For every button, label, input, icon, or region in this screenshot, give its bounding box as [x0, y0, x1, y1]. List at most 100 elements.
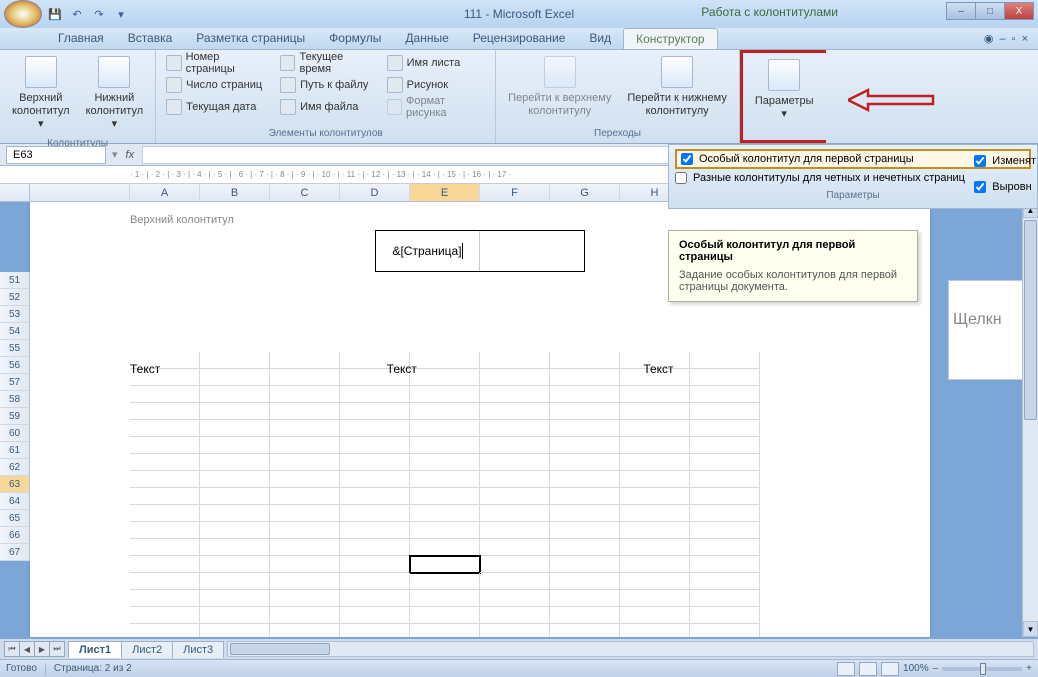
sheet-tab-1[interactable]: Лист1 [68, 641, 122, 658]
sheet-nav-prev[interactable]: ◀ [19, 641, 35, 657]
cell[interactable] [480, 437, 550, 454]
doc-restore-icon[interactable]: ▫ [1012, 33, 1016, 45]
sheet-nav-first[interactable]: ⏮ [4, 641, 20, 657]
row-64[interactable]: 64 [0, 493, 30, 510]
cell[interactable] [270, 488, 340, 505]
cell[interactable] [690, 573, 760, 590]
cell[interactable] [410, 522, 480, 539]
page-number-button[interactable]: Номер страницы [162, 52, 272, 74]
cell[interactable] [620, 386, 690, 403]
cell[interactable] [270, 624, 340, 637]
cell[interactable] [480, 590, 550, 607]
tab-data[interactable]: Данные [393, 28, 460, 49]
cell[interactable] [270, 403, 340, 420]
tab-insert[interactable]: Вставка [116, 28, 185, 49]
cell[interactable] [480, 420, 550, 437]
save-icon[interactable]: 💾 [46, 5, 64, 23]
minimize-button[interactable]: – [946, 2, 976, 20]
cell[interactable] [620, 454, 690, 471]
row-62[interactable]: 62 [0, 459, 30, 476]
cell[interactable] [340, 590, 410, 607]
cell[interactable] [480, 607, 550, 624]
cell[interactable] [200, 556, 270, 573]
file-path-button[interactable]: Путь к файлу [276, 74, 379, 96]
cell[interactable] [200, 420, 270, 437]
cell[interactable] [340, 556, 410, 573]
cell[interactable] [620, 522, 690, 539]
col-G[interactable]: G [550, 184, 620, 201]
cell[interactable] [550, 454, 620, 471]
cell[interactable] [480, 386, 550, 403]
cell[interactable] [270, 607, 340, 624]
zoom-in-icon[interactable]: + [1026, 663, 1032, 674]
cell[interactable] [340, 420, 410, 437]
fx-icon[interactable]: fx [118, 149, 143, 161]
cell[interactable] [550, 386, 620, 403]
row-59[interactable]: 59 [0, 408, 30, 425]
cell[interactable] [690, 471, 760, 488]
cell[interactable] [270, 539, 340, 556]
cell[interactable] [200, 539, 270, 556]
cell[interactable] [620, 437, 690, 454]
cell[interactable] [130, 539, 200, 556]
cell[interactable] [690, 590, 760, 607]
cell[interactable] [200, 437, 270, 454]
cell[interactable] [200, 386, 270, 403]
current-time-button[interactable]: Текущее время [276, 52, 379, 74]
cell[interactable] [410, 590, 480, 607]
close-button[interactable]: X [1004, 2, 1034, 20]
row-57[interactable]: 57 [0, 374, 30, 391]
cell[interactable] [410, 488, 480, 505]
col-C[interactable]: C [270, 184, 340, 201]
cell[interactable] [690, 556, 760, 573]
cell[interactable] [620, 539, 690, 556]
cell[interactable] [410, 539, 480, 556]
cell[interactable] [410, 573, 480, 590]
cell[interactable] [550, 437, 620, 454]
redo-icon[interactable]: ↷ [90, 5, 108, 23]
cell[interactable] [550, 590, 620, 607]
sheet-tab-3[interactable]: Лист3 [172, 641, 224, 658]
cell[interactable] [200, 403, 270, 420]
cell[interactable] [410, 454, 480, 471]
cell[interactable] [130, 420, 200, 437]
cell[interactable] [550, 471, 620, 488]
cell[interactable] [480, 454, 550, 471]
cell[interactable] [550, 505, 620, 522]
cell[interactable] [340, 471, 410, 488]
cell[interactable] [340, 573, 410, 590]
cell[interactable] [620, 607, 690, 624]
cell[interactable] [550, 420, 620, 437]
cell[interactable] [200, 624, 270, 637]
cell[interactable] [200, 590, 270, 607]
tab-design[interactable]: Конструктор [623, 28, 717, 49]
col-B[interactable]: B [200, 184, 270, 201]
cell[interactable] [340, 386, 410, 403]
row-55[interactable]: 55 [0, 340, 30, 357]
cell[interactable] [410, 386, 480, 403]
cell[interactable] [340, 505, 410, 522]
cell[interactable] [480, 505, 550, 522]
cell[interactable] [690, 386, 760, 403]
cell[interactable] [340, 624, 410, 637]
horizontal-scrollbar[interactable] [227, 641, 1034, 657]
cell[interactable] [200, 505, 270, 522]
cell[interactable] [270, 573, 340, 590]
cell[interactable] [340, 454, 410, 471]
cell[interactable] [550, 624, 620, 637]
cell[interactable] [270, 454, 340, 471]
undo-icon[interactable]: ↶ [68, 5, 86, 23]
hscroll-thumb[interactable] [230, 643, 330, 655]
cell[interactable] [410, 556, 480, 573]
header-button[interactable]: Верхний колонтитул▾ [6, 52, 76, 136]
cell[interactable] [410, 505, 480, 522]
sheet-name-button[interactable]: Имя листа [383, 52, 490, 74]
sheet-nav-last[interactable]: ⏭ [49, 641, 65, 657]
cell[interactable] [620, 420, 690, 437]
cell[interactable] [130, 437, 200, 454]
cell[interactable] [340, 488, 410, 505]
cell[interactable] [690, 488, 760, 505]
sheet-nav-next[interactable]: ▶ [34, 641, 50, 657]
scroll-down-icon[interactable]: ▼ [1023, 621, 1038, 637]
cell[interactable] [200, 607, 270, 624]
